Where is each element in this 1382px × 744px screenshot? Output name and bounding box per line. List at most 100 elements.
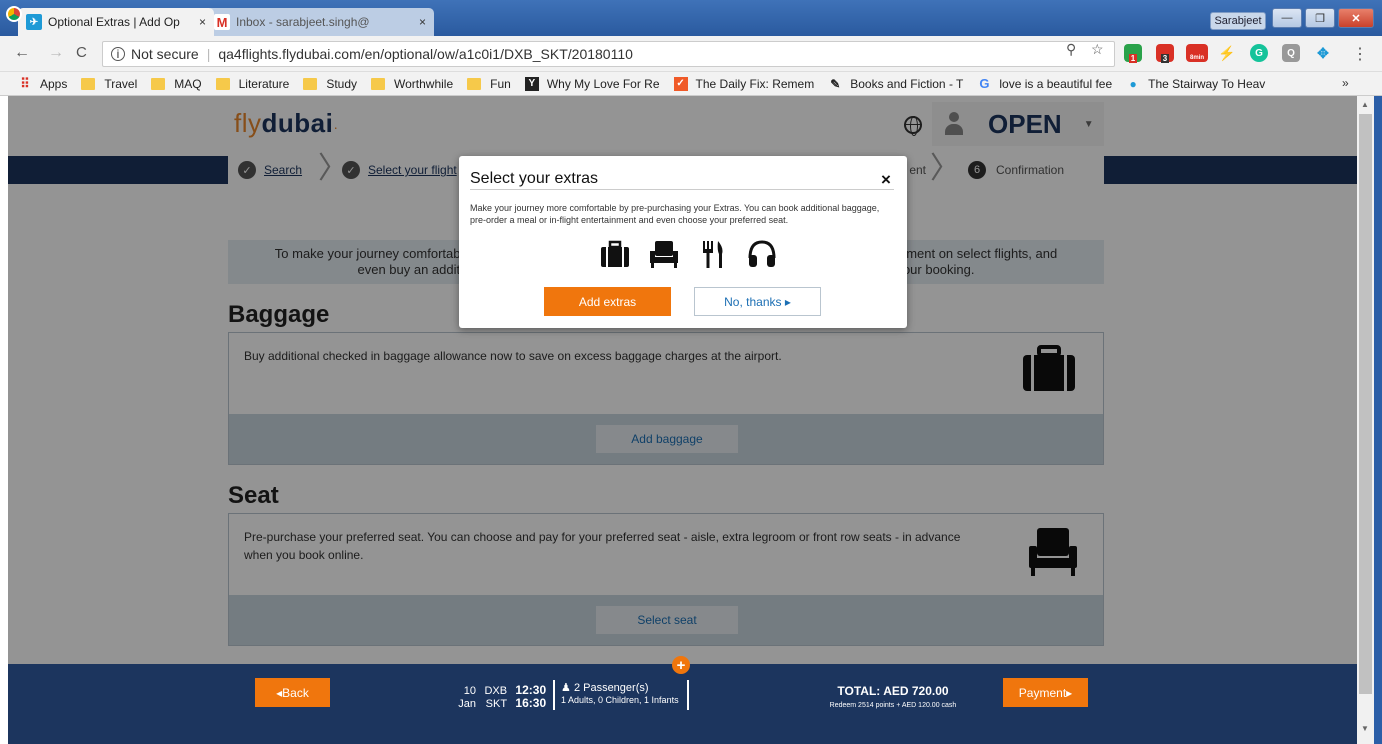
- scroll-icon: ✓: [673, 76, 688, 91]
- browser-title-bar: ✈ Optional Extras | Add Op × M Inbox - s…: [0, 0, 1382, 36]
- add-extras-button[interactable]: Add extras: [544, 287, 671, 316]
- browser-menu-icon[interactable]: ⋮: [1352, 44, 1368, 64]
- url-text[interactable]: qa4flights.flydubai.com/en/optional/ow/a…: [218, 46, 633, 62]
- bookmark-label: Apps: [40, 76, 68, 91]
- bookmark-label: Fun: [490, 76, 511, 91]
- extension-diamond-icon[interactable]: ✥: [1314, 44, 1332, 62]
- passenger-summary: ♟ 2 Passenger(s) 1 Adults, 0 Children, 1…: [553, 680, 689, 710]
- extension-red-icon[interactable]: 3: [1156, 44, 1174, 63]
- expand-plus-icon[interactable]: +: [672, 656, 690, 674]
- bookmark-label: MAQ: [174, 76, 202, 91]
- scroll-thumb[interactable]: [1359, 114, 1372, 694]
- redeem-points: Redeem 2514 points + AED 120.00 cash: [829, 702, 957, 709]
- forward-arrow-icon[interactable]: →: [48, 44, 64, 62]
- flydubai-favicon-icon: ✈: [26, 14, 42, 30]
- flight-day: 10: [463, 685, 476, 697]
- passenger-breakdown: 1 Adults, 0 Children, 1 Infants: [561, 695, 679, 705]
- bookmark-label: Travel: [104, 76, 138, 91]
- bookmark-books-fiction[interactable]: ✎ Books and Fiction - T: [828, 77, 963, 91]
- total-price: TOTAL: AED 720.00 Redeem 2514 points + A…: [808, 684, 978, 709]
- browser-toolbar: ← → C i Not secure | qa4flights.flydubai…: [0, 36, 1382, 72]
- meal-icon: [703, 241, 723, 268]
- headphones-icon: [748, 240, 776, 267]
- bookmark-label: Books and Fiction - T: [850, 76, 964, 91]
- back-arrow-icon[interactable]: ←: [14, 44, 30, 62]
- passenger-count-label: 2 Passenger(s): [573, 682, 649, 694]
- zoom-icon[interactable]: ⚲: [1066, 41, 1076, 58]
- no-thanks-button[interactable]: No, thanks ▸: [694, 287, 821, 316]
- location-icon: ●: [1129, 76, 1137, 91]
- bookmarks-bar: ⠿ Apps Travel MAQ Literature Study Worthw…: [0, 72, 1382, 96]
- folder-icon: [303, 77, 318, 90]
- back-button[interactable]: ◂Back: [255, 678, 330, 707]
- scroll-down-icon[interactable]: ▼: [1361, 724, 1369, 733]
- window-close-button[interactable]: ✕: [1338, 8, 1374, 28]
- security-label[interactable]: Not secure: [131, 46, 199, 62]
- folder-icon: [371, 77, 385, 90]
- bookmark-worthwhile[interactable]: Worthwhile: [371, 77, 453, 91]
- bookmark-label: Why My Love For Re: [546, 76, 660, 91]
- modal-close-icon[interactable]: ×: [881, 170, 891, 190]
- bookmark-label: Worthwhile: [394, 76, 454, 91]
- bookmark-label: The Daily Fix: Remem: [695, 76, 815, 91]
- seat-icon: [650, 241, 678, 268]
- bookmark-stairway[interactable]: ● The Stairway To Heav: [1126, 76, 1266, 91]
- flight-arr-time: 16:30: [515, 696, 547, 710]
- scroll-up-icon[interactable]: ▲: [1361, 100, 1369, 109]
- folder-icon: [467, 77, 482, 90]
- y-icon: Y: [524, 76, 539, 91]
- flight-summary: 10 DXB 12:30 Jan SKT 16:30: [458, 684, 546, 710]
- passenger-count: ♟ 2 Passenger(s): [561, 682, 679, 694]
- extension-badge: 3: [1160, 53, 1170, 63]
- payment-button[interactable]: Payment▸: [1003, 678, 1088, 707]
- reload-icon[interactable]: C: [76, 44, 87, 61]
- extension-grey-icon[interactable]: Q: [1282, 44, 1300, 62]
- bookmark-label: Study: [326, 76, 357, 91]
- google-icon: G: [979, 76, 990, 91]
- bookmark-label: Literature: [238, 76, 290, 91]
- bookmark-love[interactable]: Glove is a beautiful fee: [977, 76, 1113, 91]
- modal-divider: [470, 189, 894, 190]
- bookmark-why-my-love[interactable]: Y Why My Love For Re: [524, 76, 660, 91]
- bookmark-travel[interactable]: Travel: [81, 77, 137, 91]
- page-viewport: flydubai· OPEN ▼ ✓ Search 〉 ✓ Select you…: [8, 96, 1357, 744]
- profile-button[interactable]: Sarabjeet: [1210, 12, 1266, 30]
- pin-icon: ✎: [830, 76, 841, 91]
- tab-inbox[interactable]: M Inbox - sarabjeet.singh@ ×: [206, 8, 434, 36]
- bookmark-fun[interactable]: Fun: [467, 77, 511, 91]
- grammarly-icon[interactable]: G: [1250, 44, 1268, 62]
- folder-icon: [81, 77, 96, 90]
- bookmark-label: love is a beautiful fee: [999, 76, 1113, 91]
- folder-icon: [151, 77, 166, 90]
- bookmark-daily-fix[interactable]: ✓ The Daily Fix: Remem: [673, 76, 815, 91]
- bookmark-study[interactable]: Study: [303, 77, 357, 91]
- extension-green-icon[interactable]: 1: [1124, 44, 1142, 63]
- extension-timer-icon[interactable]: 8min: [1186, 44, 1208, 62]
- bookmark-star-icon[interactable]: ☆: [1091, 41, 1104, 58]
- flight-dep-time: 12:30: [515, 683, 547, 697]
- tab-close-icon[interactable]: ×: [199, 15, 206, 29]
- tab-optional-extras[interactable]: ✈ Optional Extras | Add Op ×: [18, 8, 214, 36]
- restore-button[interactable]: ❐: [1305, 8, 1335, 28]
- person-icon: ♟: [561, 682, 571, 694]
- modal-text: Make your journey more comfortable by pr…: [470, 203, 880, 225]
- bookmark-apps[interactable]: ⠿ Apps: [18, 76, 68, 91]
- bookmark-maq[interactable]: MAQ: [151, 76, 202, 91]
- extras-icons: [599, 238, 778, 270]
- bookmark-label: The Stairway To Heav: [1148, 76, 1266, 91]
- bookmarks-more-icon[interactable]: »: [1342, 76, 1349, 90]
- gmail-favicon-icon: M: [214, 14, 230, 30]
- bookmark-literature[interactable]: Literature: [215, 76, 290, 91]
- tab-close-icon[interactable]: ×: [419, 15, 426, 29]
- extension-lightning-icon[interactable]: ⚡: [1218, 44, 1236, 62]
- extension-badge: 8min: [1189, 55, 1204, 61]
- flight-arrival-row: Jan SKT 16:30: [458, 697, 546, 710]
- address-separator: |: [206, 46, 211, 62]
- page-scrollbar[interactable]: ▲ ▼: [1357, 96, 1374, 744]
- info-icon[interactable]: i: [111, 47, 125, 61]
- booking-summary-bar: + ◂Back 10 DXB 12:30 Jan SKT 16:30 ♟ 2 P…: [8, 656, 1357, 744]
- extras-modal: Select your extras × Make your journey m…: [459, 156, 907, 328]
- address-bar[interactable]: i Not secure | qa4flights.flydubai.com/e…: [102, 41, 1115, 67]
- flight-month: Jan: [458, 698, 476, 710]
- minimize-button[interactable]: —: [1272, 8, 1302, 28]
